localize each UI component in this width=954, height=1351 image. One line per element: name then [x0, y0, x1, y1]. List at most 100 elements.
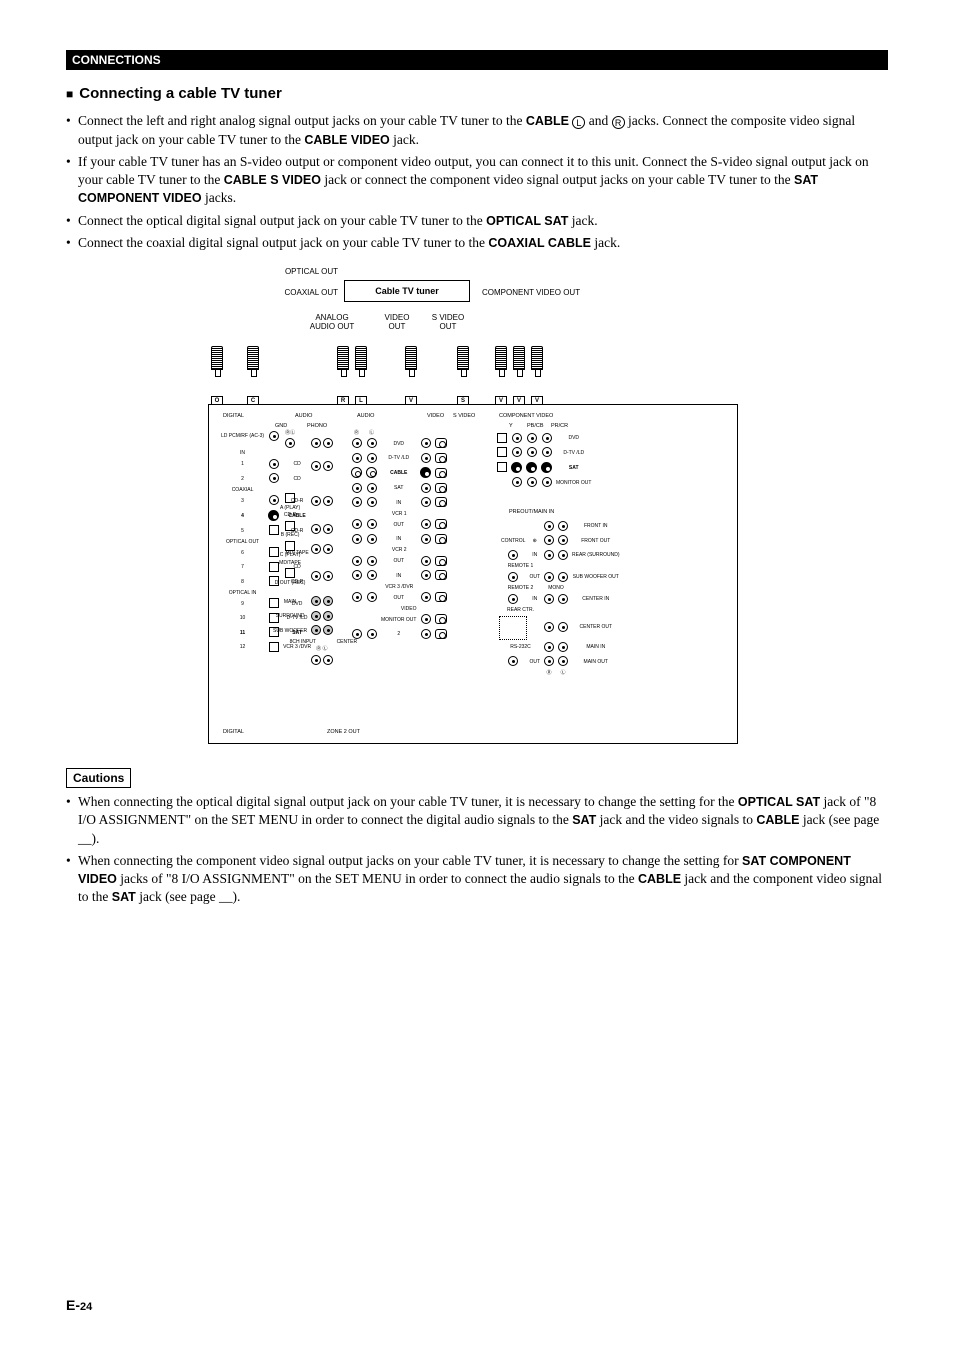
rowlbl: MONO [542, 586, 570, 592]
page-num: 24 [80, 1301, 92, 1313]
instruction-item: Connect the optical digital signal outpu… [66, 212, 888, 230]
rowlbl: D-TV /LD [379, 453, 418, 466]
rowlbl: B (REC) [281, 532, 300, 538]
plug-optical: O [208, 346, 226, 406]
rowlbl: IN [527, 550, 542, 563]
jack-icon [367, 483, 377, 493]
jack-icon [421, 483, 431, 493]
text: jack or connect the component video sign… [321, 172, 794, 187]
rowlbl: COAXIAL [219, 488, 266, 494]
text: jack (see page __). [136, 889, 241, 904]
grp-preout: PREOUT/MAIN IN [509, 509, 554, 515]
rowlbl: MAIN OUT [570, 656, 622, 669]
bold-text: CABLE S VIDEO [224, 173, 321, 187]
jack-icon [352, 438, 362, 448]
jack-icon [323, 461, 333, 471]
jack-icon [352, 556, 362, 566]
bold-text: OPTICAL SAT [738, 795, 820, 809]
switch-icon [285, 541, 295, 551]
n: 11 [240, 630, 245, 636]
label-video-out: VIDEO OUT [380, 314, 414, 332]
jack-icon [527, 447, 537, 457]
rowlbl: D OUT (REC) [275, 580, 306, 586]
jack-icon [311, 625, 321, 635]
jack-icon [323, 496, 333, 506]
plug-cv: V [528, 346, 546, 406]
n: 7 [241, 564, 244, 570]
rowlbl: A (PLAY) [280, 505, 300, 511]
rowlbl: CABLE [379, 467, 418, 481]
text: jack. [390, 132, 419, 147]
rowlbl: IN [219, 445, 266, 457]
grp-audio: AUDIO [295, 413, 312, 419]
grp-digital-b: DIGITAL [223, 729, 244, 735]
label-component-out: COMPONENT VIDEO OUT [482, 289, 602, 298]
rowlbl: OUT [527, 656, 542, 669]
n: 5 [241, 528, 244, 534]
svideo-hl-icon [435, 468, 447, 478]
bold-text: OPTICAL SAT [486, 214, 568, 228]
bold-text: CABLE VIDEO [304, 133, 389, 147]
rowlbl: REMOTE 1 [499, 564, 542, 570]
text: Connect the optical digital signal outpu… [78, 213, 486, 228]
jack-icon [352, 519, 362, 529]
rowlbl: D-TV /LD [554, 447, 593, 460]
text: Connect the coaxial digital signal outpu… [78, 235, 488, 250]
jack-icon [285, 438, 295, 448]
jack-hl-icon [420, 467, 431, 478]
sw-hl-icon [497, 462, 507, 472]
jack-icon [421, 592, 431, 602]
rowlbl: CENTER IN [570, 594, 622, 607]
jack-icon [421, 556, 431, 566]
jack-hl-icon [541, 462, 552, 473]
jack-icon [352, 570, 362, 580]
rowlbl: OUT [379, 556, 418, 569]
rowlbl: SURROUND [271, 611, 309, 624]
n: 1 [241, 461, 244, 467]
bold-text: SAT [572, 813, 596, 827]
grp-audio2: AUDIO [357, 413, 374, 419]
jack-icon [421, 453, 431, 463]
sw-icon [497, 447, 507, 457]
instruction-item: Connect the left and right analog signal… [66, 112, 888, 148]
instruction-item: Connect the coaxial digital signal outpu… [66, 234, 888, 252]
rowlbl: VIDEO [349, 607, 418, 613]
bold-text: CABLE [756, 813, 799, 827]
jack-icon [421, 519, 431, 529]
plug-v: V [402, 346, 420, 406]
jack-icon [558, 550, 568, 560]
jack-icon [323, 524, 333, 534]
caution-item: When connecting the component video sign… [66, 852, 888, 907]
jack-hl-icon [366, 467, 377, 478]
rowlbl: CONTROL [499, 535, 527, 548]
jack-icon [367, 438, 377, 448]
grp-pr: PR/CR [551, 423, 568, 429]
n: 8 [241, 579, 244, 585]
jack-icon [512, 433, 522, 443]
text: jack. [591, 235, 620, 250]
section-title-text: Connecting a cable TV tuner [79, 84, 282, 104]
svideo-icon [435, 592, 447, 602]
rowlbl: REAR CTR. [499, 608, 542, 614]
switch-icon [285, 493, 295, 503]
grp-svideo: S VIDEO [453, 413, 475, 419]
svideo-icon [435, 438, 447, 448]
svideo-icon [435, 483, 447, 493]
jack-icon [558, 622, 568, 632]
grp-zone2: ZONE 2 OUT [327, 729, 360, 735]
jack-hl-icon [511, 462, 522, 473]
jack-icon [558, 656, 568, 666]
jack-icon [527, 477, 537, 487]
jack-hl-icon [526, 462, 537, 473]
n: 6 [241, 550, 244, 556]
rowlbl: REMOTE 2 [499, 586, 542, 592]
text: jack. [568, 213, 597, 228]
jack-icon [311, 544, 321, 554]
jack-icon [311, 596, 321, 606]
svideo-icon [435, 497, 447, 507]
jack-icon [352, 629, 362, 639]
jack-icon [323, 625, 333, 635]
label-svideo-out: S VIDEO OUT [426, 314, 470, 332]
plug-cv: V [492, 346, 510, 406]
rowlbl: DVD [554, 433, 593, 446]
